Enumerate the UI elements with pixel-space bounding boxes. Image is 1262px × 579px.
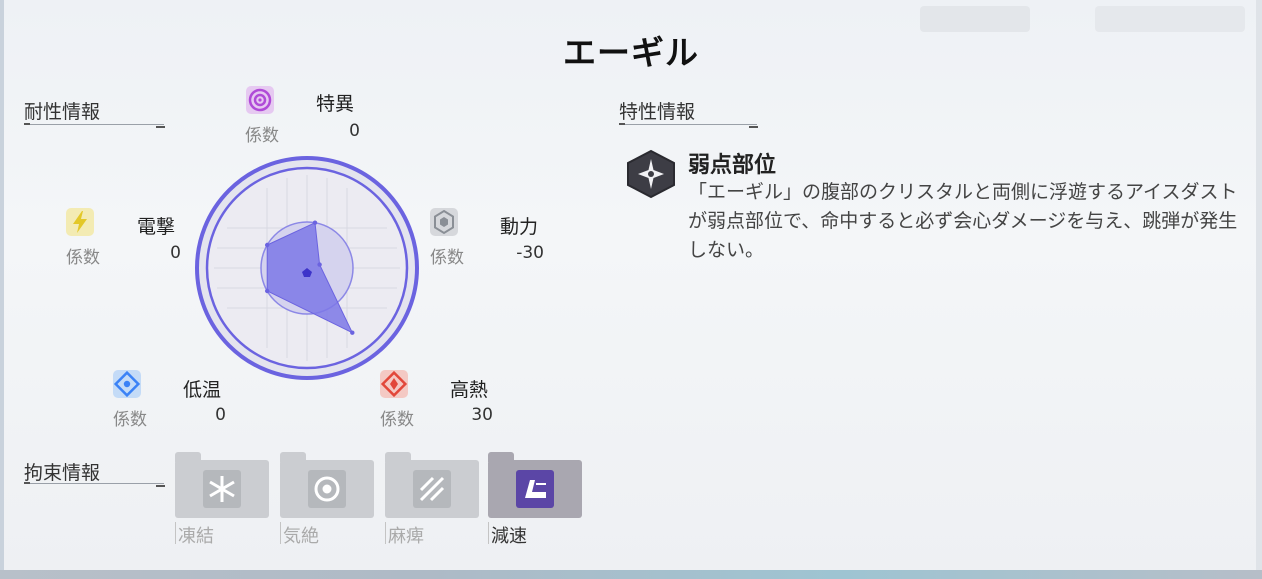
card-tab bbox=[385, 452, 411, 462]
resistance-radar-chart bbox=[195, 156, 419, 380]
snowflake-icon bbox=[113, 370, 141, 398]
radar-point-cold bbox=[265, 288, 270, 294]
resistance-section-label: 耐性情報 bbox=[24, 101, 101, 123]
section-divider-mark bbox=[24, 482, 30, 484]
trait-description: 「エーギル」の腹部のクリスタルと両側に浮遊するアイスダストが弱点部位で、命中する… bbox=[688, 181, 1238, 261]
element-value-heat: 30 bbox=[471, 405, 493, 425]
element-name-kinetic: 動力 bbox=[500, 216, 539, 238]
card-label-bar bbox=[385, 522, 386, 544]
control-label-freeze: 凍結 bbox=[178, 526, 214, 547]
element-value-electric: 0 bbox=[170, 243, 181, 263]
slow-icon bbox=[516, 470, 554, 508]
left-edge-strip bbox=[0, 0, 4, 579]
card-label-bar bbox=[488, 522, 489, 544]
section-divider-tick bbox=[749, 126, 758, 128]
paralysis-icon bbox=[413, 470, 451, 508]
trait-name: 弱点部位 bbox=[688, 153, 777, 178]
element-name-anomaly: 特異 bbox=[316, 93, 355, 115]
element-value-anomaly: 0 bbox=[349, 121, 360, 141]
radar-point-anomaly bbox=[312, 220, 318, 225]
weakpoint-star-icon bbox=[622, 149, 680, 199]
section-divider bbox=[24, 124, 164, 125]
section-divider-mark bbox=[619, 123, 625, 125]
card-tab bbox=[488, 452, 514, 462]
control-label-stun: 気絶 bbox=[283, 526, 319, 547]
coef-label: 係数 bbox=[245, 126, 279, 146]
right-edge-strip bbox=[1256, 0, 1262, 579]
radar-point-electric bbox=[265, 242, 270, 248]
kinetic-hexagon-icon bbox=[430, 208, 458, 236]
lightning-icon bbox=[66, 208, 94, 236]
enemy-name-title: エーギル bbox=[563, 33, 699, 72]
card-label-bar bbox=[280, 522, 281, 544]
control-card-slow[interactable] bbox=[488, 452, 582, 518]
control-card-stun[interactable] bbox=[280, 452, 374, 518]
control-card-freeze[interactable] bbox=[175, 452, 269, 518]
control-card-paralysis[interactable] bbox=[385, 452, 479, 518]
bottom-bar bbox=[0, 570, 1262, 579]
radar-point-kinetic bbox=[317, 262, 322, 267]
enemy-info-panel: エーギル 耐性情報 特異 係数 0 電撃 係数 0 動力 係数 -30 低温 係… bbox=[0, 0, 1262, 579]
control-label-slow: 減速 bbox=[491, 526, 527, 547]
control-label-paralysis: 麻痺 bbox=[388, 526, 424, 547]
element-name-electric: 電撃 bbox=[137, 216, 176, 238]
radar-point-heat bbox=[350, 330, 355, 335]
card-label-bar bbox=[175, 522, 176, 544]
trait-section-label: 特性情報 bbox=[619, 101, 696, 123]
coef-label: 係数 bbox=[380, 410, 414, 430]
element-value-kinetic: -30 bbox=[516, 243, 544, 263]
section-divider-mark bbox=[24, 123, 30, 125]
coef-label: 係数 bbox=[66, 248, 100, 268]
stun-swirl-icon bbox=[308, 470, 346, 508]
section-divider-tick bbox=[156, 485, 165, 487]
section-divider-tick bbox=[156, 126, 165, 128]
anomaly-ring-icon bbox=[246, 86, 274, 114]
control-section-label: 拘束情報 bbox=[24, 462, 101, 484]
coef-label: 係数 bbox=[430, 248, 464, 268]
element-name-heat: 高熱 bbox=[450, 379, 489, 401]
freeze-icon bbox=[203, 470, 241, 508]
coef-label: 係数 bbox=[113, 410, 147, 430]
card-tab bbox=[280, 452, 306, 462]
card-tab bbox=[175, 452, 201, 462]
section-divider bbox=[24, 483, 164, 484]
element-value-cold: 0 bbox=[215, 405, 226, 425]
section-divider bbox=[619, 124, 757, 125]
